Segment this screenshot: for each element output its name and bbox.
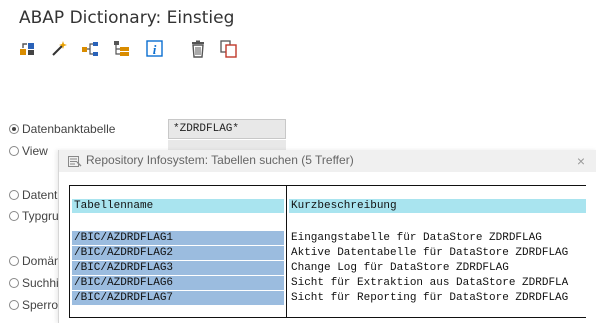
radio-icon[interactable] [9,300,19,310]
dialog-header: Repository Infosystem: Tabellen suchen (… [59,150,596,172]
radio-icon[interactable] [9,211,19,221]
table-name-cell[interactable]: /BIC/AZDRDFLAG2 [72,246,284,260]
column-header-tabellenname[interactable]: Tabellenname [72,199,284,213]
search-results-dialog: Repository Infosystem: Tabellen suchen (… [58,150,596,323]
description-cell[interactable]: Eingangstabelle für DataStore ZDRDFLAG [289,231,586,245]
radio-label: Domän [22,254,61,268]
radio-typgruppe[interactable]: Typgru [9,208,59,224]
list-icon [68,155,82,173]
toolbar: i [0,36,596,66]
description-cell[interactable]: Sicht für Extraktion aus DataStore ZDRDF… [289,276,586,290]
svg-text:i: i [153,42,157,57]
radio-datentyp[interactable]: Datent [9,187,57,203]
table-name-cell[interactable]: /BIC/AZDRDFLAG1 [72,231,284,245]
radio-domaene[interactable]: Domän [9,253,61,269]
wand-icon[interactable] [50,40,68,58]
radio-label: Typgru [22,209,59,223]
radio-label: Datenbanktabelle [22,122,116,136]
table-name-cell[interactable]: /BIC/AZDRDFLAG6 [72,276,284,290]
radio-label: View [22,144,48,158]
app-title: ABAP Dictionary: Einstieg [19,8,235,28]
delete-icon[interactable] [189,40,207,58]
radio-icon[interactable] [9,256,19,266]
radio-datenbanktabelle[interactable]: Datenbanktabelle [9,121,115,137]
table-name-cell[interactable]: /BIC/AZDRDFLAG3 [72,261,284,275]
copy-icon[interactable] [220,40,238,58]
radio-icon[interactable] [9,146,19,156]
radio-view[interactable]: View [9,143,48,159]
title-bar: ABAP Dictionary: Einstieg [0,0,596,36]
radio-sperrobjekt[interactable]: Sperro [9,297,58,313]
radio-suchhilfe[interactable]: Suchhi [9,275,59,291]
radio-label: Sperro [22,298,59,312]
radio-label: Suchhi [22,276,59,290]
view-name-input[interactable] [168,140,286,150]
close-icon[interactable]: × [577,153,585,169]
hierarchy-icon[interactable] [113,40,131,58]
column-divider [286,186,287,317]
radio-label: Datent [22,188,58,202]
description-cell[interactable]: Sicht für Reporting für DataStore ZDRDFL… [289,291,586,305]
info-icon[interactable]: i [146,40,164,58]
radio-icon[interactable] [9,190,19,200]
description-cell[interactable]: Aktive Datentabelle für DataStore ZDRDFL… [289,246,586,260]
column-header-kurzbeschreibung[interactable]: Kurzbeschreibung [289,199,586,213]
radio-selected-icon[interactable] [9,124,19,134]
results-table: Tabellenname Kurzbeschreibung /BIC/AZDRD… [69,185,586,318]
where-used-icon[interactable] [81,40,99,58]
description-cell[interactable]: Change Log für DataStore ZDRDFLAG [289,261,586,275]
dialog-title: Repository Infosystem: Tabellen suchen (… [86,153,354,167]
other-object-icon[interactable] [19,40,37,58]
table-name-input[interactable]: *ZDRDFLAG* [168,119,286,139]
table-name-cell[interactable]: /BIC/AZDRDFLAG7 [72,291,284,305]
radio-icon[interactable] [9,278,19,288]
